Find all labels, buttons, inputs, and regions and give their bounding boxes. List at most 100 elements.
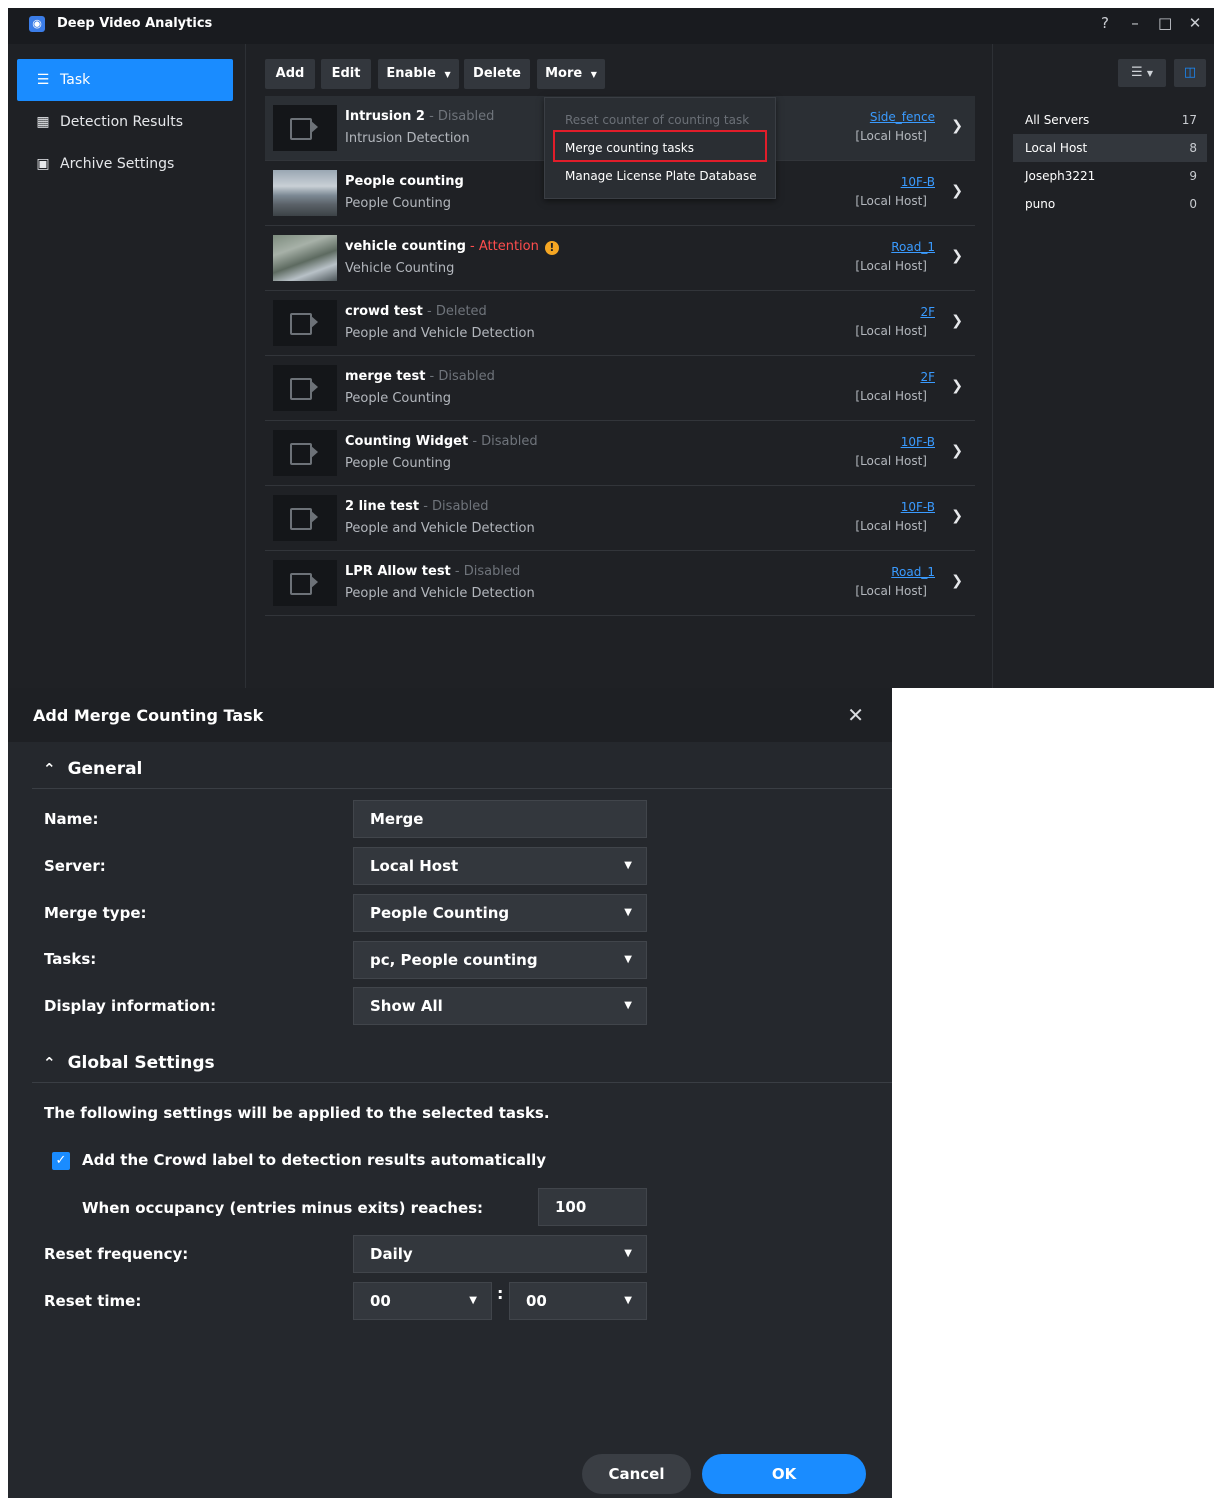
caret-down-icon: ▼ bbox=[444, 70, 451, 79]
task-row[interactable]: 2 line test - Disabled People and Vehicl… bbox=[265, 486, 975, 551]
title-bar: ◉ Deep Video Analytics ? – □ ✕ bbox=[8, 8, 1214, 44]
tasks-value: pc, People counting bbox=[370, 951, 538, 969]
task-row[interactable]: Counting Widget - Disabled People Counti… bbox=[265, 421, 975, 486]
task-row[interactable]: crowd test - Deleted People and Vehicle … bbox=[265, 291, 975, 356]
minimize-button[interactable]: – bbox=[1128, 14, 1142, 32]
edit-button[interactable]: Edit bbox=[321, 59, 371, 89]
menu-item-merge-counting-tasks[interactable]: Merge counting tasks bbox=[565, 141, 694, 155]
section-global-settings[interactable]: ⌃ Global Settings bbox=[43, 1053, 215, 1073]
document-icon: ▦ bbox=[36, 114, 50, 130]
task-host: [Local Host] bbox=[855, 519, 927, 533]
task-location-link[interactable]: 2F bbox=[920, 305, 935, 319]
chevron-down-icon[interactable]: ❯ bbox=[951, 573, 963, 589]
server-item-puno[interactable]: puno 0 bbox=[1017, 190, 1207, 218]
more-button[interactable]: More ▼ bbox=[537, 59, 605, 89]
task-host: [Local Host] bbox=[855, 129, 927, 143]
task-name: Counting Widget bbox=[345, 434, 469, 449]
task-location-link[interactable]: 10F-B bbox=[901, 500, 935, 514]
caret-down-icon: ▼ bbox=[624, 1295, 632, 1306]
task-type: People and Vehicle Detection bbox=[345, 586, 535, 601]
reset-frequency-select[interactable]: Daily ▼ bbox=[353, 1235, 647, 1273]
help-button[interactable]: ? bbox=[1098, 14, 1112, 32]
camera-thumbnail bbox=[273, 365, 337, 411]
display-info-select[interactable]: Show All ▼ bbox=[353, 987, 647, 1025]
reset-hour-select[interactable]: 00 ▼ bbox=[353, 1282, 492, 1320]
sidebar-item-archive-settings[interactable]: ▣ Archive Settings bbox=[17, 143, 233, 185]
dialog-header: Add Merge Counting Task ✕ bbox=[8, 688, 892, 742]
global-settings-description: The following settings will be applied t… bbox=[44, 1104, 550, 1122]
chevron-down-icon[interactable]: ❯ bbox=[951, 508, 963, 524]
server-select[interactable]: Local Host ▼ bbox=[353, 847, 647, 885]
menu-item-manage-license-plate[interactable]: Manage License Plate Database bbox=[565, 169, 757, 183]
enable-button[interactable]: Enable ▼ bbox=[378, 59, 459, 89]
crowd-label-checkbox[interactable]: ✓ bbox=[52, 1152, 70, 1170]
maximize-button[interactable]: □ bbox=[1158, 14, 1172, 32]
task-type: People Counting bbox=[345, 196, 452, 211]
chevron-down-icon[interactable]: ❯ bbox=[951, 313, 963, 329]
section-general[interactable]: ⌃ General bbox=[43, 759, 142, 779]
close-window-button[interactable]: ✕ bbox=[1188, 14, 1202, 32]
caret-down-icon: ▼ bbox=[469, 1295, 477, 1306]
chevron-down-icon[interactable]: ❯ bbox=[951, 443, 963, 459]
camera-thumbnail bbox=[273, 495, 337, 541]
server-label: Server: bbox=[44, 857, 106, 875]
task-type: Intrusion Detection bbox=[345, 131, 470, 146]
task-name: Intrusion 2 bbox=[345, 109, 425, 124]
sidebar-item-detection-results[interactable]: ▦ Detection Results bbox=[17, 101, 233, 143]
task-location-link[interactable]: 2F bbox=[920, 370, 935, 384]
enable-label: Enable bbox=[386, 66, 436, 81]
occupancy-label: When occupancy (entries minus exits) rea… bbox=[82, 1199, 484, 1217]
name-input[interactable]: Merge bbox=[353, 800, 647, 838]
occupancy-input[interactable]: 100 bbox=[538, 1188, 647, 1226]
server-count: 17 bbox=[1181, 113, 1197, 127]
sidebar-item-task[interactable]: ☰ Task bbox=[17, 59, 233, 101]
task-type: People Counting bbox=[345, 391, 452, 406]
crowd-label-text: Add the Crowd label to detection results… bbox=[82, 1151, 547, 1169]
close-icon[interactable]: ✕ bbox=[847, 703, 864, 727]
section-title: General bbox=[67, 759, 143, 779]
server-item-joseph3221[interactable]: Joseph3221 9 bbox=[1017, 162, 1207, 190]
add-button[interactable]: Add bbox=[265, 59, 315, 89]
server-item-local-host[interactable]: Local Host 8 bbox=[1013, 134, 1207, 162]
task-location-link[interactable]: Road_1 bbox=[891, 240, 935, 254]
server-item-all[interactable]: All Servers 17 bbox=[1017, 106, 1207, 134]
task-location-link[interactable]: Side_fence bbox=[870, 110, 935, 124]
caret-down-icon: ▼ bbox=[624, 860, 632, 871]
menu-item-reset-counter[interactable]: Reset counter of counting task bbox=[565, 113, 749, 127]
archive-icon: ▣ bbox=[36, 156, 50, 172]
task-row[interactable]: vehicle counting - Attention! Vehicle Co… bbox=[265, 226, 975, 291]
camera-thumbnail bbox=[273, 105, 337, 151]
list-icon: ☰ bbox=[36, 72, 50, 88]
task-name: People counting bbox=[345, 174, 464, 189]
task-row[interactable]: merge test - Disabled People Counting 2F… bbox=[265, 356, 975, 421]
task-location-link[interactable]: 10F-B bbox=[901, 175, 935, 189]
server-name: puno bbox=[1025, 197, 1056, 211]
delete-button[interactable]: Delete bbox=[464, 59, 530, 89]
merge-type-select[interactable]: People Counting ▼ bbox=[353, 894, 647, 932]
task-status: Disabled bbox=[481, 434, 538, 449]
caret-down-icon: ▼ bbox=[624, 954, 632, 965]
office-thumbnail-image bbox=[273, 170, 337, 216]
task-host: [Local Host] bbox=[855, 584, 927, 598]
caret-down-icon: ▼ bbox=[624, 907, 632, 918]
camera-icon bbox=[290, 573, 312, 595]
cancel-button[interactable]: Cancel bbox=[582, 1454, 691, 1494]
caret-down-icon: ▼ bbox=[624, 1248, 632, 1259]
chevron-down-icon[interactable]: ❯ bbox=[951, 378, 963, 394]
reset-minute-select[interactable]: 00 ▼ bbox=[509, 1282, 647, 1320]
camera-thumbnail bbox=[273, 300, 337, 346]
task-status: Disabled bbox=[463, 564, 521, 579]
reset-time-label: Reset time: bbox=[44, 1292, 142, 1310]
chevron-down-icon[interactable]: ❯ bbox=[951, 118, 963, 134]
reset-minute-value: 00 bbox=[526, 1292, 547, 1310]
server-name: All Servers bbox=[1025, 113, 1090, 127]
task-name: vehicle counting bbox=[345, 239, 466, 254]
task-row[interactable]: LPR Allow test - Disabled People and Veh… bbox=[265, 551, 975, 616]
task-location-link[interactable]: 10F-B bbox=[901, 435, 935, 449]
chevron-down-icon[interactable]: ❯ bbox=[951, 183, 963, 199]
chevron-down-icon[interactable]: ❯ bbox=[951, 248, 963, 264]
ok-button[interactable]: OK bbox=[702, 1454, 866, 1494]
sidebar-item-label: Detection Results bbox=[60, 114, 184, 130]
task-location-link[interactable]: Road_1 bbox=[891, 565, 935, 579]
tasks-select[interactable]: pc, People counting ▼ bbox=[353, 941, 647, 979]
